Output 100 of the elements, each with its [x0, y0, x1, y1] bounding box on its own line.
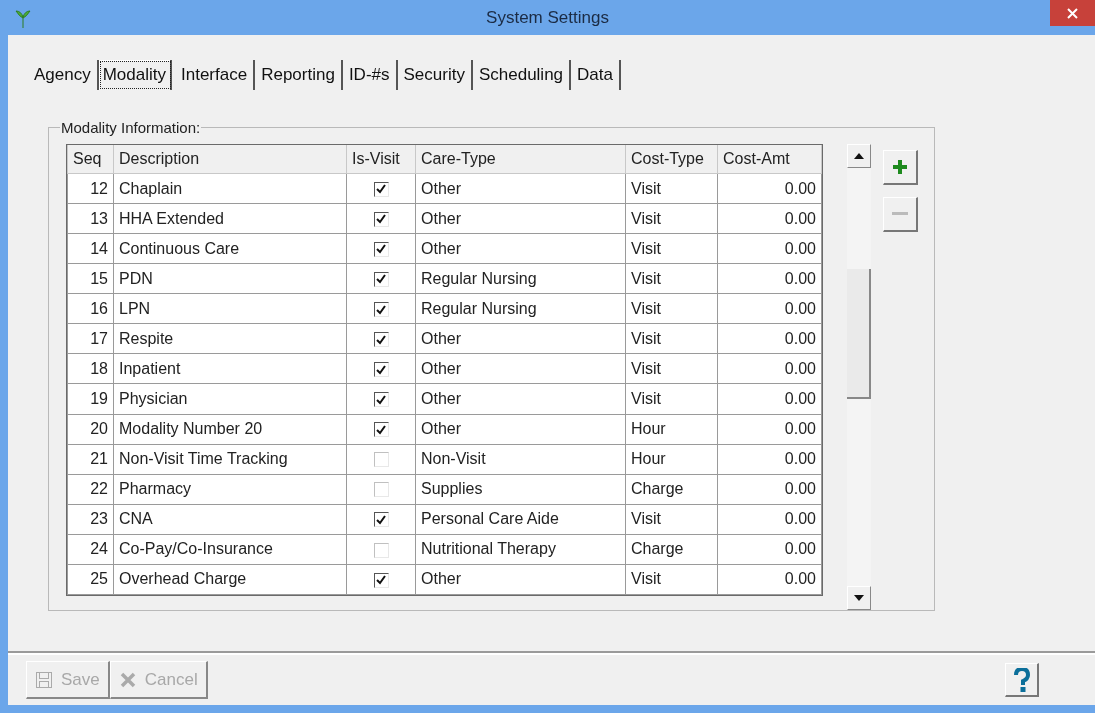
checkbox[interactable]: [373, 241, 389, 257]
close-icon: [1067, 7, 1078, 19]
scroll-up-button[interactable]: [847, 144, 871, 168]
up-arrow-icon: [854, 153, 864, 159]
table-cell: 0.00: [717, 293, 822, 324]
leaf-logo-icon: [14, 8, 32, 28]
table-cell: Visit: [625, 293, 718, 324]
table-cell: Visit: [625, 504, 718, 535]
checkbox[interactable]: [373, 332, 389, 348]
checkbox[interactable]: [373, 572, 389, 588]
column-header[interactable]: Seq: [67, 145, 114, 174]
tab[interactable]: Modality: [98, 60, 172, 90]
checkbox[interactable]: [373, 482, 389, 498]
table-cell: Inpatient: [113, 353, 347, 384]
table-cell: 0.00: [717, 504, 822, 535]
table-cell: Visit: [625, 383, 718, 414]
table-cell: 15: [67, 263, 114, 294]
table-cell: Regular Nursing: [415, 293, 626, 324]
table-cell: Modality Number 20: [113, 414, 347, 445]
table-cell: Visit: [625, 203, 718, 234]
table-cell: Hour: [625, 414, 718, 445]
table-cell: Other: [415, 564, 626, 595]
x-icon: [118, 670, 137, 689]
table-cell: Visit: [625, 353, 718, 384]
table-cell: Physician: [113, 383, 347, 414]
table-cell: LPN: [113, 293, 347, 324]
table-cell: 0.00: [717, 233, 822, 264]
table-cell: 0.00: [717, 353, 822, 384]
table-cell: 23: [67, 504, 114, 535]
column-header[interactable]: Cost-Amt: [717, 145, 822, 174]
checkbox[interactable]: [373, 272, 389, 287]
table-cell: CNA: [113, 504, 347, 535]
checkbox[interactable]: [373, 542, 389, 558]
table-cell: 21: [67, 444, 114, 475]
table-cell: Supplies: [415, 474, 626, 505]
table-cell: Other: [415, 173, 626, 204]
table-cell: Other: [415, 203, 626, 234]
table-cell: 24: [67, 534, 114, 565]
checkbox[interactable]: [373, 211, 389, 227]
checkbox[interactable]: [373, 302, 389, 318]
question-mark-icon: [1013, 667, 1030, 692]
table-cell: 12: [67, 173, 114, 204]
table-cell: Other: [415, 323, 626, 354]
table-cell: Charge: [625, 534, 718, 565]
group-title: Modality Information:: [60, 119, 202, 136]
table-cell: 0.00: [717, 534, 822, 565]
checkbox[interactable]: [373, 512, 389, 528]
plus-icon: [892, 159, 908, 175]
table-cell: Nutritional Therapy: [415, 534, 626, 565]
table-cell: 0.00: [717, 263, 822, 294]
remove-button[interactable]: [883, 197, 918, 232]
table-cell: Other: [415, 353, 626, 384]
table-cell: 0.00: [717, 173, 822, 204]
checkbox[interactable]: [373, 392, 389, 408]
table-cell: Co-Pay/Co-Insurance: [113, 534, 347, 565]
scrollbar[interactable]: [847, 144, 871, 610]
column-header[interactable]: Cost-Type: [625, 145, 718, 174]
checkbox[interactable]: [373, 181, 389, 197]
scrollbar-thumb[interactable]: [847, 269, 871, 399]
table-cell: Visit: [625, 263, 718, 294]
table-cell: Other: [415, 233, 626, 264]
table-cell: Chaplain: [113, 173, 347, 204]
table-cell: 0.00: [717, 414, 822, 445]
table-cell: Visit: [625, 233, 718, 264]
table-cell: 0.00: [717, 383, 822, 414]
checkbox[interactable]: [373, 452, 389, 468]
table-cell: Regular Nursing: [415, 263, 626, 294]
table-cell: Visit: [625, 173, 718, 204]
scroll-down-button[interactable]: [847, 586, 871, 610]
table-cell: 0.00: [717, 474, 822, 505]
checkbox[interactable]: [373, 422, 389, 438]
table-cell: 19: [67, 383, 114, 414]
table-cell: 0.00: [717, 203, 822, 234]
column-header[interactable]: Is-Visit: [346, 145, 416, 174]
table-cell: PDN: [113, 263, 347, 294]
table-cell: Personal Care Aide: [415, 504, 626, 535]
table-cell: 25: [67, 564, 114, 595]
table-cell: Non-Visit: [415, 444, 626, 475]
table-cell: 22: [67, 474, 114, 505]
table-cell: Respite: [113, 323, 347, 354]
table-cell: Charge: [625, 474, 718, 505]
table-cell: Visit: [625, 564, 718, 595]
table-cell: HHA Extended: [113, 203, 347, 234]
table-cell: 20: [67, 414, 114, 445]
table-cell: 0.00: [717, 564, 822, 595]
window-title: System Settings: [486, 7, 609, 28]
table-cell: Continuous Care: [113, 233, 347, 264]
down-arrow-icon: [854, 595, 864, 601]
table-cell: 16: [67, 293, 114, 324]
add-button[interactable]: [883, 150, 918, 185]
help-button[interactable]: [1005, 663, 1039, 697]
table-cell: 14: [67, 233, 114, 264]
column-header[interactable]: Description: [113, 145, 347, 174]
table-cell: 18: [67, 353, 114, 384]
column-header[interactable]: Care-Type: [415, 145, 626, 174]
checkbox[interactable]: [373, 362, 389, 378]
table-cell: Other: [415, 383, 626, 414]
table-cell: 0.00: [717, 444, 822, 475]
close-button[interactable]: [1050, 0, 1095, 26]
table-cell: Other: [415, 414, 626, 445]
